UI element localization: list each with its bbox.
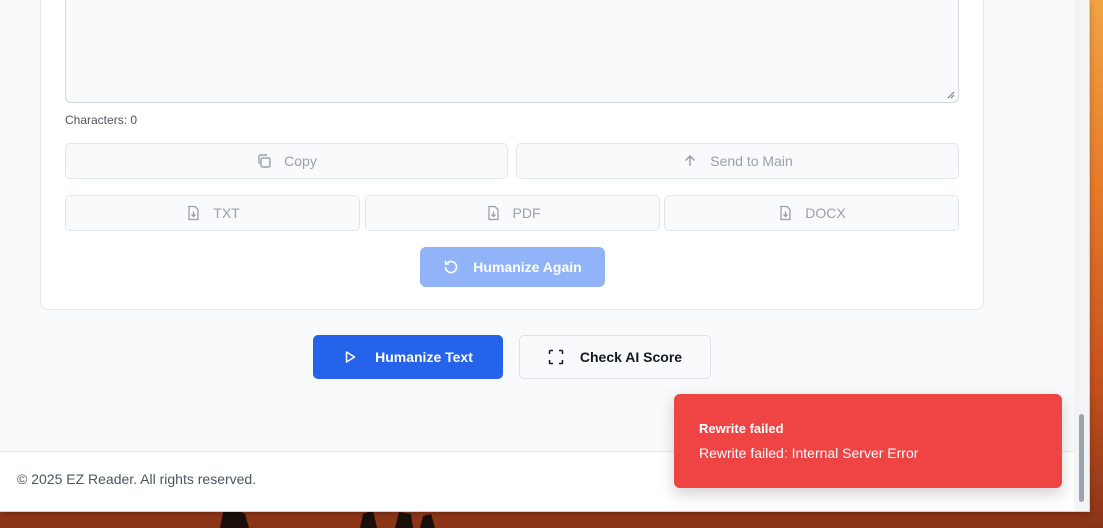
copy-label: Copy <box>284 153 317 169</box>
pdf-label: PDF <box>512 205 541 221</box>
check-ai-score-button[interactable]: Check AI Score <box>519 335 711 379</box>
txt-label: TXT <box>213 205 240 221</box>
play-icon <box>345 351 356 363</box>
file-download-icon <box>487 205 499 221</box>
humanize-text-label: Humanize Text <box>375 349 473 365</box>
send-to-main-label: Send to Main <box>710 153 793 169</box>
scrollbar-thumb[interactable] <box>1079 414 1084 502</box>
toast-title: Rewrite failed <box>699 421 784 436</box>
result-textarea[interactable] <box>65 0 959 103</box>
file-download-icon <box>780 205 791 221</box>
resize-handle-icon[interactable] <box>947 91 955 99</box>
copyright-text: © 2025 EZ Reader. All rights reserved. <box>17 471 257 487</box>
send-to-main-button[interactable]: Send to Main <box>516 143 959 179</box>
scrollbar[interactable] <box>1074 0 1089 511</box>
humanize-text-button[interactable]: Humanize Text <box>313 335 503 379</box>
rotate-ccw-icon <box>444 260 458 274</box>
result-card: Characters: 0 Copy Send to Main TXT PDF … <box>40 0 984 310</box>
download-pdf-button[interactable]: PDF <box>365 195 660 231</box>
humanize-again-label: Humanize Again <box>473 259 582 275</box>
scan-icon <box>548 349 564 365</box>
check-ai-score-label: Check AI Score <box>579 349 683 365</box>
docx-label: DOCX <box>805 205 846 221</box>
toast-description: Rewrite failed: Internal Server Error <box>699 445 919 461</box>
download-txt-button[interactable]: TXT <box>65 195 360 231</box>
download-docx-button[interactable]: DOCX <box>664 195 959 231</box>
copy-icon <box>258 154 271 168</box>
character-count: Characters: 0 <box>65 113 138 127</box>
content-area: Characters: 0 Copy Send to Main TXT PDF … <box>0 0 1074 451</box>
file-download-icon <box>188 205 199 221</box>
humanize-again-button[interactable]: Humanize Again <box>420 247 605 287</box>
arrow-up-icon <box>685 154 696 166</box>
copy-button[interactable]: Copy <box>65 143 508 179</box>
error-toast[interactable]: Rewrite failed Rewrite failed: Internal … <box>674 394 1062 488</box>
